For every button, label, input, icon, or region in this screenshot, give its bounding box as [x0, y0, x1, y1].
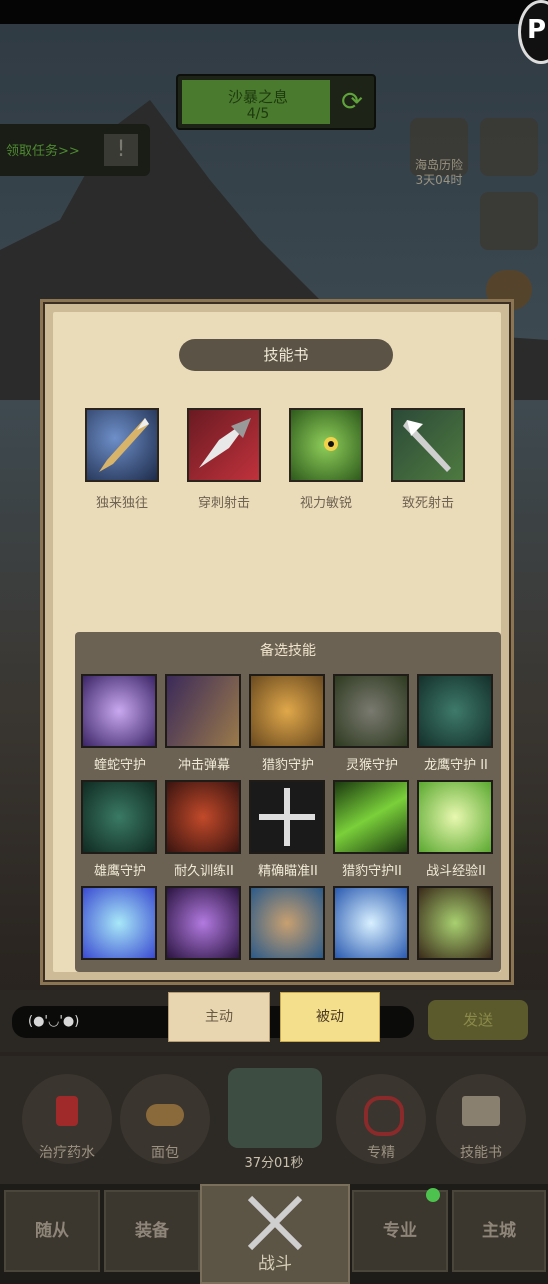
eagle-eye-icon — [289, 408, 363, 482]
spear-blue-icon — [85, 408, 159, 482]
equipped-skill[interactable]: 致死射击 — [391, 408, 465, 511]
alternate-skill[interactable]: 猎豹守护II — [333, 780, 411, 879]
skill-label: 冲击弹幕 — [177, 758, 230, 773]
nav-followers[interactable]: 随从 — [4, 1190, 100, 1272]
claim-task-label: 领取任务>> — [6, 144, 80, 159]
tab-active-skills[interactable]: 主动 — [168, 992, 270, 1042]
dragonhawk-icon — [417, 674, 493, 748]
skill-book-dialog: 技能书 独来独往 穿刺射击 视力敏锐 致死射击 备选技能 蝰蛇守护 冲击弹幕 猎… — [40, 299, 514, 985]
crossed-swords-icon — [247, 1195, 303, 1251]
alternate-skill[interactable]: 精确瞄准II — [249, 780, 327, 879]
archer-dash-icon — [81, 886, 157, 960]
nav-profession[interactable]: 专业 — [352, 1190, 448, 1272]
skill-label: 耐久训练II — [174, 864, 234, 879]
chest-timer: 37分01秒 — [244, 1156, 304, 1171]
viper-eye-icon — [81, 674, 157, 748]
skill-label: 蝰蛇守护 — [93, 758, 146, 773]
claim-task-bar[interactable]: 领取任务>> ! — [0, 124, 150, 176]
dialog-title: 技能书 — [179, 339, 393, 371]
deadly-arrow-icon — [391, 408, 465, 482]
pearl-event-timer: 3天04时 — [415, 173, 463, 187]
quest-progress-fill: 沙暴之息 4/5 — [182, 80, 330, 124]
skill-label: 独来独往 — [95, 496, 148, 511]
equipped-skill[interactable]: 视力敏锐 — [289, 408, 363, 511]
target-icon — [364, 1096, 404, 1136]
skill-label: 致死射击 — [401, 496, 454, 511]
frost-hunter-icon — [333, 886, 409, 960]
nav-equipment[interactable]: 装备 — [104, 1190, 200, 1272]
alternate-skill[interactable] — [81, 886, 159, 966]
specialize-label: 专精 — [367, 1145, 395, 1161]
skill-label: 猎豹守护II — [342, 864, 402, 879]
alternate-skill[interactable] — [165, 886, 243, 966]
monkey-fist-icon — [333, 674, 409, 748]
notice-board-icon[interactable] — [480, 192, 538, 250]
alternate-skill[interactable] — [249, 886, 327, 966]
equipped-skill[interactable]: 穿刺射击 — [187, 408, 261, 511]
alternate-skill[interactable]: 猎豹守护 — [249, 674, 327, 773]
barrage-arrow-icon — [165, 674, 241, 748]
nav-battle[interactable]: 战斗 — [200, 1184, 350, 1284]
skill-label: 雄鹰守护 — [93, 864, 146, 879]
alternate-skill[interactable]: 冲击弹幕 — [165, 674, 243, 773]
eagle-strike-icon — [249, 886, 325, 960]
alternate-skill[interactable]: 战斗经验II — [417, 780, 495, 879]
pearl-event-title: 海岛历险 — [414, 158, 463, 172]
skill-label: 战斗经验II — [426, 864, 486, 879]
alternate-skill[interactable]: 雄鹰守护 — [81, 780, 159, 879]
skill-label: 猎豹守护 — [261, 758, 314, 773]
gear-icon[interactable] — [480, 118, 538, 176]
endurance-icon — [165, 780, 241, 854]
alternate-skill[interactable]: 耐久训练II — [165, 780, 243, 879]
bread-icon — [146, 1104, 184, 1126]
quest-title: 沙暴之息 — [227, 88, 288, 106]
owl-spirit-icon — [417, 780, 493, 854]
piercing-arrow-icon — [187, 408, 261, 482]
alternate-skills-panel: 备选技能 蝰蛇守护 冲击弹幕 猎豹守护 灵猴守护 龙鹰守护 II 雄鹰守护 耐久… — [75, 632, 501, 972]
scythe-goblin-icon — [417, 886, 493, 960]
cheetah-icon — [249, 674, 325, 748]
pearl-event-label: 海岛历险 3天04时 — [404, 158, 474, 188]
quest-progress: 4/5 — [246, 106, 270, 122]
alternate-skill[interactable]: 灵猴守护 — [333, 674, 411, 773]
send-button[interactable]: 发送 — [428, 1000, 528, 1040]
potion-icon — [56, 1096, 78, 1126]
potion-label: 治疗药水 — [39, 1145, 95, 1161]
alternate-skills-title: 备选技能 — [260, 643, 316, 659]
skill-book-panel: 技能书 独来独往 穿刺射击 视力敏锐 致死射击 备选技能 蝰蛇守护 冲击弹幕 猎… — [53, 312, 501, 972]
skill-label: 灵猴守护 — [345, 758, 398, 773]
skill-label: 龙鹰守护 II — [424, 758, 488, 773]
notification-dot — [426, 1188, 440, 1202]
alternate-skill[interactable] — [333, 886, 411, 966]
alternate-skill[interactable]: 龙鹰守护 II — [417, 674, 495, 773]
skill-label: 视力敏锐 — [299, 496, 352, 511]
book-icon — [462, 1096, 500, 1126]
quest-banner[interactable]: 沙暴之息 4/5 ⟳ — [176, 74, 376, 130]
tab-passive-skills[interactable]: 被动 — [280, 992, 380, 1042]
skill-label: 精确瞄准II — [258, 864, 318, 879]
exclamation-icon: ! — [104, 134, 138, 166]
refresh-icon[interactable]: ⟳ — [336, 84, 368, 120]
nav-city[interactable]: 主城 — [452, 1190, 546, 1272]
alternate-skill[interactable]: 蝰蛇守护 — [81, 674, 159, 773]
purple-arrow-icon — [165, 886, 241, 960]
skill-label: 穿刺射击 — [197, 496, 250, 511]
skillbook-label: 技能书 — [460, 1145, 502, 1161]
treasure-chest-icon[interactable] — [228, 1068, 322, 1148]
alternate-skill[interactable] — [417, 886, 495, 966]
bread-label: 面包 — [151, 1145, 179, 1161]
crosshair-icon — [249, 780, 325, 854]
hawk-swirl-icon — [81, 780, 157, 854]
equipped-skill[interactable]: 独来独往 — [85, 408, 159, 511]
status-bar — [0, 0, 548, 24]
green-claw-icon — [333, 780, 409, 854]
